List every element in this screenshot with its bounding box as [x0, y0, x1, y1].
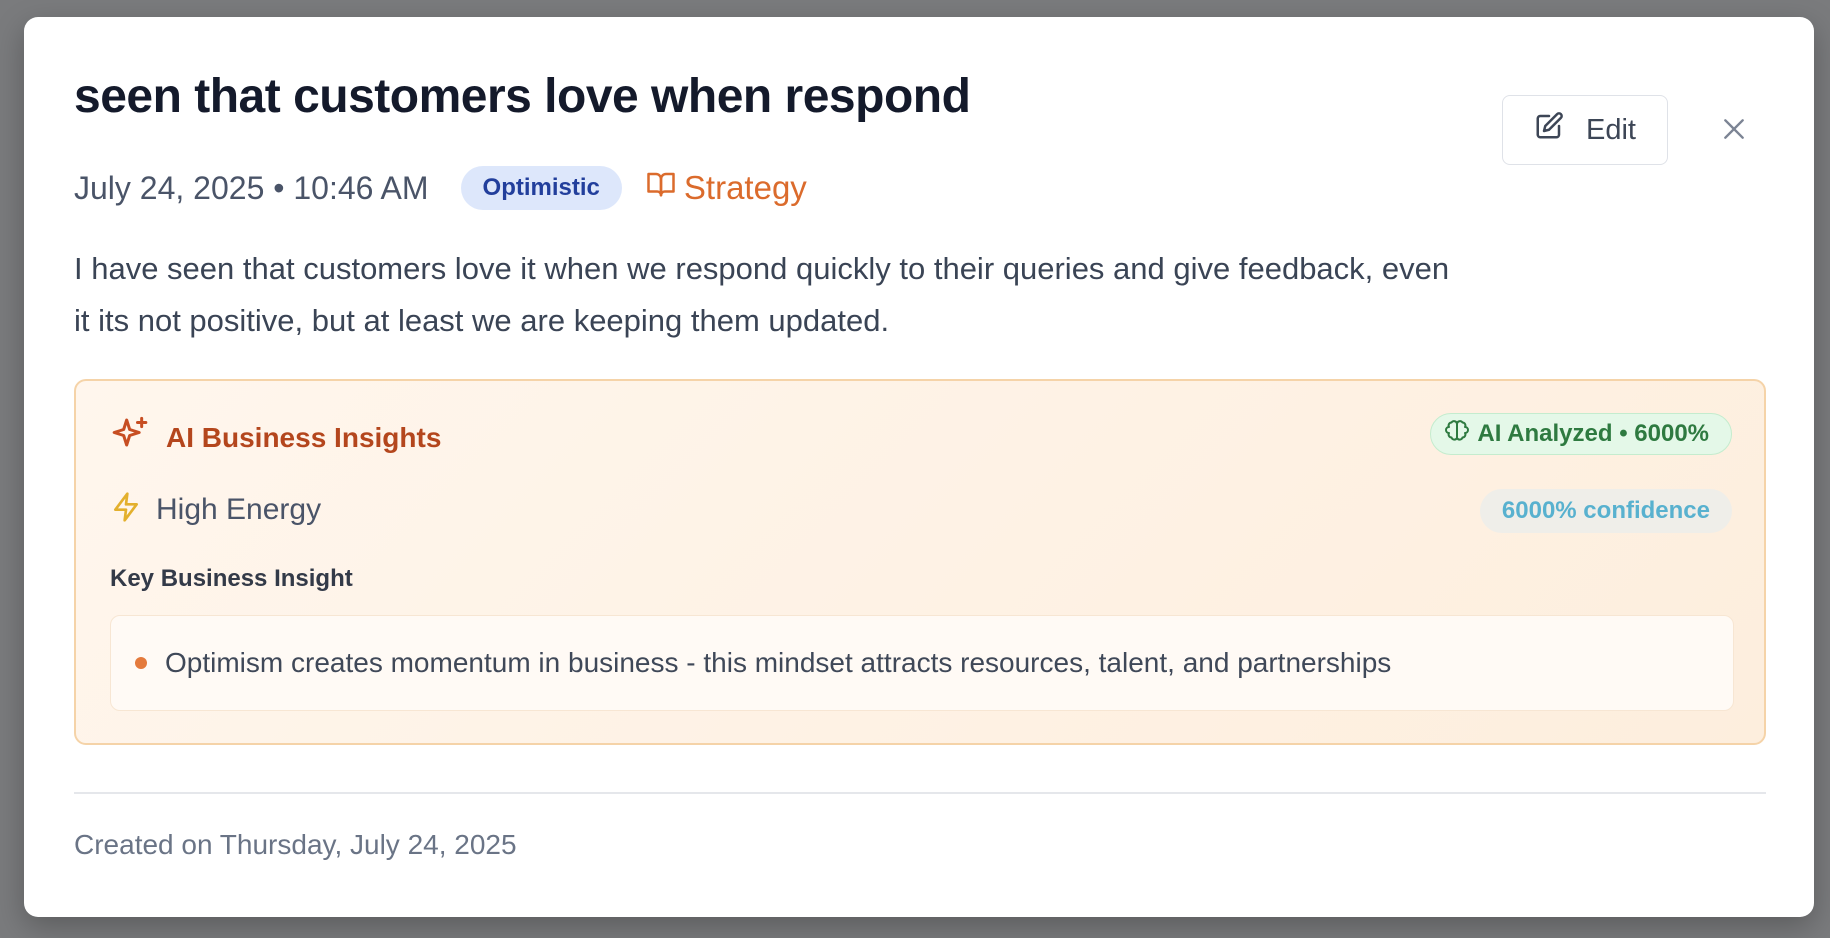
insights-title: AI Business Insights [166, 421, 442, 453]
category-text: Strategy [683, 169, 807, 206]
edit-button-label: Edit [1586, 113, 1636, 146]
close-button[interactable] [1716, 113, 1752, 149]
brain-icon [1445, 419, 1477, 450]
insights-header: AI Business Insights [110, 415, 441, 460]
key-insight-heading: Key Business Insight [110, 565, 353, 592]
entry-description: I have seen that customers love it when … [74, 251, 1450, 338]
ai-insights-panel: AI Business Insights AI Analyzed • 6000%… [74, 379, 1766, 745]
energy-row: High Energy [110, 491, 321, 528]
edit-button[interactable]: Edit [1502, 95, 1668, 165]
ai-badge-text: AI Analyzed • 6000% [1477, 420, 1709, 447]
bullet-icon [135, 657, 147, 669]
created-date: Created on Thursday, July 24, 2025 [74, 829, 517, 860]
book-open-icon [646, 169, 684, 207]
close-icon [1721, 116, 1747, 147]
key-insight-list: Optimism creates momentum in business - … [110, 615, 1734, 711]
pencil-square-icon [1534, 111, 1586, 149]
entry-detail-modal: seen that customers love when respond Ju… [24, 17, 1814, 917]
footer-divider [74, 792, 1766, 794]
lightning-icon [110, 491, 142, 528]
energy-label: High Energy [156, 492, 322, 526]
sparkles-icon [110, 415, 150, 460]
entry-meta: July 24, 2025 • 10:46 AM Optimistic Stra… [74, 165, 807, 211]
mood-badge: Optimistic [460, 166, 622, 210]
entry-datetime: July 24, 2025 • 10:46 AM [74, 169, 429, 206]
ai-analyzed-badge: AI Analyzed • 6000% [1430, 413, 1732, 455]
confidence-badge: 6000% confidence [1479, 489, 1732, 533]
category-label: Strategy [646, 169, 807, 207]
list-item: Optimism creates momentum in business - … [165, 647, 1392, 678]
entry-title: seen that customers love when respond [74, 70, 971, 123]
